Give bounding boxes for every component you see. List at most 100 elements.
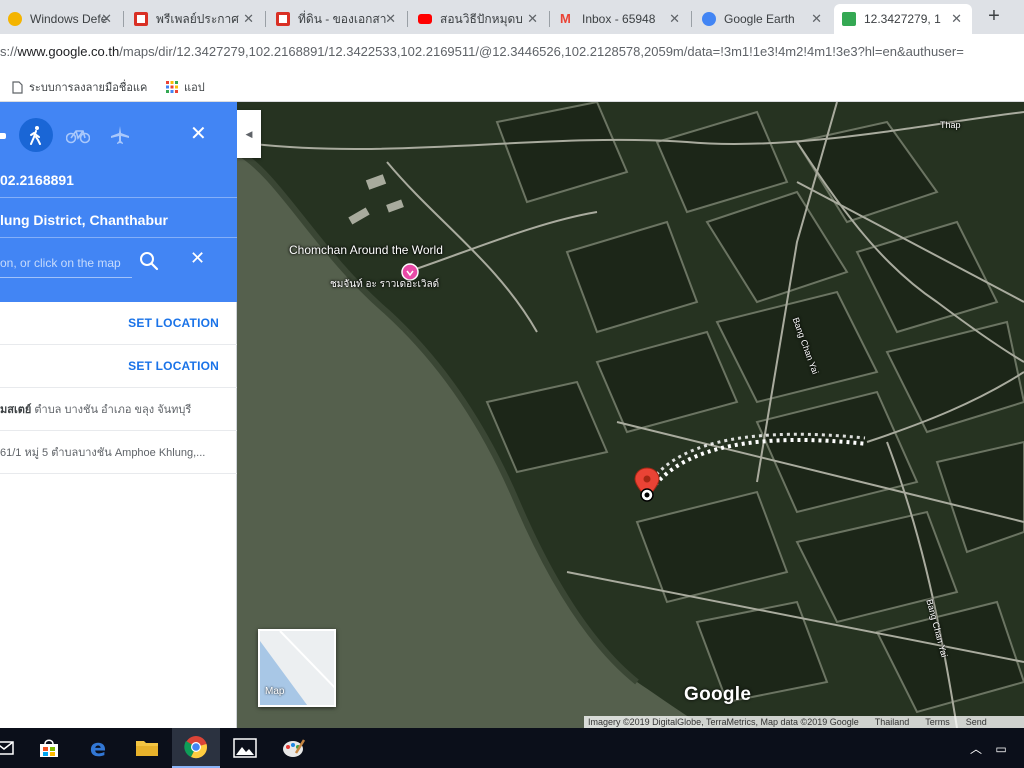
travel-mode-flight[interactable] bbox=[103, 118, 137, 152]
map-attribution: Imagery ©2019 DigitalGlobe, TerraMetrics… bbox=[584, 716, 1024, 728]
terms-link[interactable]: Terms bbox=[925, 717, 950, 727]
suggestion-text: มสเตย์ ตำบล บางชัน อำเภอ ขลุง จันทบุรี bbox=[0, 400, 222, 418]
directions-header: ✕ 02.2168891 lung District, Chanthabur ✕ bbox=[0, 102, 237, 302]
taskbar-edge[interactable]: e bbox=[74, 728, 122, 768]
taskbar-paint[interactable] bbox=[270, 728, 318, 768]
satellite-imagery bbox=[237, 102, 1024, 728]
set-location-button[interactable]: SET LOCATION bbox=[128, 316, 219, 330]
close-tab-icon[interactable]: ✕ bbox=[811, 11, 822, 27]
google-earth-icon bbox=[702, 12, 716, 26]
url-scheme: s:// bbox=[0, 44, 18, 59]
bookmark-apps[interactable]: แอป bbox=[166, 78, 205, 96]
taskbar-store[interactable] bbox=[25, 728, 73, 768]
close-tab-icon[interactable]: ✕ bbox=[385, 11, 396, 27]
url-domain: www.google.co.th bbox=[17, 44, 120, 59]
page-icon bbox=[276, 12, 290, 26]
taskbar-photos[interactable] bbox=[221, 728, 269, 768]
google-logo: Google bbox=[684, 684, 752, 705]
tab-title: 12.3427279, 1 bbox=[864, 12, 941, 26]
tab-google-maps[interactable]: 12.3427279, 1 ✕ bbox=[834, 4, 972, 34]
taskbar-file-explorer[interactable] bbox=[123, 728, 171, 768]
close-directions-icon[interactable]: ✕ bbox=[190, 122, 207, 146]
youtube-icon bbox=[418, 14, 432, 24]
travel-mode-walk[interactable] bbox=[19, 118, 53, 152]
windows-defender-icon bbox=[8, 12, 22, 26]
poi-thai-label[interactable]: ชมจันท์ อะ ราวเดอะเวิลด์ bbox=[330, 278, 439, 291]
url-path: /maps/dir/12.3427279,102.2168891/12.3422… bbox=[119, 44, 964, 59]
poi-pin-icon[interactable] bbox=[401, 263, 419, 281]
tab-land-document[interactable]: ที่ดิน - ของเอกสา ✕ bbox=[268, 4, 406, 34]
region-link[interactable]: Thailand bbox=[875, 717, 910, 727]
close-tab-icon[interactable]: ✕ bbox=[527, 11, 538, 27]
address-bar[interactable]: s://www.google.co.th/maps/dir/12.3427279… bbox=[0, 34, 1024, 70]
close-tab-icon[interactable]: ✕ bbox=[669, 11, 680, 27]
suggestion-row[interactable]: 61/1 หมู่ 5 ตำบลบางชัน Amphoe Khlung,... bbox=[0, 431, 237, 474]
new-tab-button[interactable]: + bbox=[983, 6, 1005, 28]
imagery-credit: Imagery ©2019 DigitalGlobe, TerraMetrics… bbox=[588, 717, 859, 727]
tab-title: พรีเพลย์ประกาศ bbox=[156, 11, 239, 26]
satellite-map[interactable] bbox=[237, 102, 1024, 728]
flight-icon bbox=[111, 126, 129, 144]
destination-search-input[interactable] bbox=[0, 248, 132, 278]
paint-icon bbox=[283, 739, 306, 757]
suggestion-row[interactable]: มสเตย์ ตำบล บางชัน อำเภอ ขลุง จันทบุรี bbox=[0, 388, 237, 431]
collapse-panel-button[interactable]: ◀ bbox=[237, 110, 261, 158]
clear-input-icon[interactable]: ✕ bbox=[190, 248, 205, 269]
store-icon bbox=[40, 739, 58, 757]
url-text[interactable]: s://www.google.co.th/maps/dir/12.3427279… bbox=[0, 44, 1024, 59]
edge-icon: e bbox=[89, 734, 107, 762]
map-layer-toggle[interactable]: Map bbox=[258, 629, 336, 707]
taskbar-mail[interactable] bbox=[0, 728, 28, 768]
search-icon[interactable] bbox=[138, 250, 160, 272]
apps-grid-icon bbox=[166, 81, 178, 93]
gmail-icon: M bbox=[560, 11, 571, 26]
file-explorer-icon bbox=[136, 741, 158, 756]
tab-title: Inbox - 65948 bbox=[582, 12, 656, 26]
windows-taskbar: e ︿ ▭ bbox=[0, 728, 1024, 768]
waypoint-row[interactable]: SET LOCATION bbox=[0, 345, 237, 388]
doc-icon bbox=[12, 80, 23, 94]
tab-preplay[interactable]: พรีเพลย์ประกาศ ✕ bbox=[126, 4, 264, 34]
bookmark-label: แอป bbox=[184, 82, 205, 94]
destination-field[interactable]: lung District, Chanthabur bbox=[0, 202, 237, 238]
origin-field[interactable]: 02.2168891 bbox=[0, 162, 237, 198]
mail-icon bbox=[0, 741, 14, 755]
suggestion-address: 61/1 หมู่ 5 ตำบลบางชัน Amphoe Khlung,... bbox=[0, 447, 206, 459]
origin-marker-icon bbox=[640, 488, 654, 502]
road-label: Thap bbox=[940, 120, 961, 130]
suggestion-address: ตำบล บางชัน อำเภอ ขลุง จันทบุรี bbox=[31, 404, 192, 416]
travel-mode-car[interactable] bbox=[0, 118, 16, 152]
system-tray[interactable]: ︿ ▭ bbox=[970, 740, 1007, 757]
close-tab-icon[interactable]: ✕ bbox=[951, 11, 962, 27]
tab-google-earth[interactable]: Google Earth ✕ bbox=[694, 4, 832, 34]
car-icon bbox=[0, 133, 6, 139]
tab-title: Google Earth bbox=[724, 12, 795, 26]
tab-gmail[interactable]: M Inbox - 65948 ✕ bbox=[552, 4, 690, 34]
close-tab-icon[interactable]: ✕ bbox=[243, 11, 254, 27]
poi-name-label[interactable]: Chomchan Around the World bbox=[289, 242, 443, 258]
chevron-left-icon: ◀ bbox=[245, 129, 253, 139]
tab-title: ที่ดิน - ของเอกสา bbox=[298, 11, 387, 26]
directions-panel: ✕ 02.2168891 lung District, Chanthabur ✕… bbox=[0, 102, 237, 728]
bookmark-label: ระบบการลงลายมือชื่อแค bbox=[29, 82, 148, 94]
suggestion-title: มสเตย์ bbox=[0, 404, 32, 416]
set-location-button[interactable]: SET LOCATION bbox=[128, 359, 219, 373]
page-icon bbox=[134, 12, 148, 26]
network-icon[interactable]: ▭ bbox=[995, 742, 1006, 756]
send-feedback-link[interactable]: Send bbox=[966, 717, 987, 727]
chevron-up-icon[interactable]: ︿ bbox=[970, 742, 982, 756]
tab-youtube[interactable]: สอนวิธีปักหมุดบ ✕ bbox=[410, 4, 548, 34]
bookmark-item[interactable]: ระบบการลงลายมือชื่อแค bbox=[12, 78, 147, 96]
browser-tab-strip: Windows Defe ✕ พรีเพลย์ประกาศ ✕ ที่ดิน -… bbox=[0, 0, 1024, 34]
close-tab-icon[interactable]: ✕ bbox=[101, 11, 112, 27]
tab-title: สอนวิธีปักหมุดบ bbox=[440, 11, 523, 26]
waypoint-row[interactable]: SET LOCATION bbox=[0, 302, 237, 345]
chrome-icon bbox=[184, 736, 207, 759]
photos-icon bbox=[233, 738, 257, 758]
travel-mode-bike[interactable] bbox=[61, 118, 95, 152]
tab-windows-defender[interactable]: Windows Defe ✕ bbox=[0, 4, 122, 34]
bike-icon bbox=[66, 130, 90, 144]
minimap-label: Map bbox=[265, 686, 285, 697]
google-maps-icon bbox=[842, 12, 856, 26]
taskbar-chrome[interactable] bbox=[172, 728, 220, 768]
